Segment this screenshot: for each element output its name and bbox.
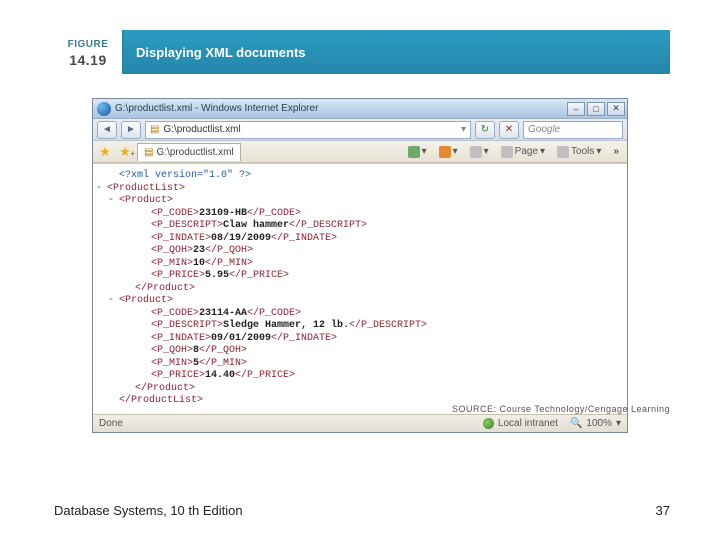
p-descript-1: <P_DESCRIPT>Claw hammer</P_DESCRIPT> (107, 220, 617, 233)
product-close-2: </Product> (107, 383, 617, 396)
search-placeholder: Google (528, 124, 560, 135)
browser-window: G:\productlist.xml - Windows Internet Ex… (92, 98, 628, 433)
footer-book-title: Database Systems, 10 th Edition (54, 503, 243, 518)
source-credit: SOURCE: Course Technology/Cengage Learni… (452, 404, 670, 414)
toolbar-right: ▾ ▾ ▾ Page ▾ Tools ▾ » (404, 143, 623, 161)
product-open-2: - <Product> (107, 295, 617, 308)
gear-icon (557, 146, 569, 158)
p-price-1: <P_PRICE>5.95</P_PRICE> (107, 270, 617, 283)
tools-label: Tools (571, 146, 594, 157)
status-done: Done (99, 418, 123, 429)
print-icon (470, 146, 482, 158)
p-code-2: <P_CODE>23114-AA</P_CODE> (107, 308, 617, 321)
zone-label: Local intranet (498, 418, 558, 429)
zoom-value: 100% (586, 418, 612, 429)
print-button[interactable]: ▾ (466, 143, 493, 161)
figure-number: 14.19 (62, 51, 114, 69)
p-min-1: <P_MIN>10</P_MIN> (107, 258, 617, 271)
feeds-icon (439, 146, 451, 158)
root-open: - <ProductList> (107, 183, 617, 196)
footer-page-number: 37 (656, 503, 670, 518)
navigation-bar: ◄ ► ▤ G:\productlist.xml ▾ ↻ ✕ Google (93, 119, 627, 141)
home-button[interactable]: ▾ (404, 143, 431, 161)
page-icon (501, 146, 513, 158)
p-descript-2: <P_DESCRIPT>Sledge Hammer, 12 lb.</P_DES… (107, 320, 617, 333)
maximize-button[interactable]: □ (587, 102, 605, 116)
zoom-icon: 🔍 (570, 418, 582, 429)
feeds-button[interactable]: ▾ (435, 143, 462, 161)
tools-menu[interactable]: Tools ▾ (553, 143, 605, 161)
address-bar[interactable]: ▤ G:\productlist.xml ▾ (145, 121, 471, 139)
p-indate-2: <P_INDATE>09/01/2009</P_INDATE> (107, 333, 617, 346)
home-icon (408, 146, 420, 158)
figure-title: Displaying XML documents (136, 45, 306, 60)
browser-tab[interactable]: ▤ G:\productlist.xml (137, 143, 241, 161)
chevron-down-icon[interactable]: ▾ (461, 124, 466, 135)
close-button[interactable]: ✕ (607, 102, 625, 116)
stop-button[interactable]: ✕ (499, 121, 519, 139)
p-min-2: <P_MIN>5</P_MIN> (107, 358, 617, 371)
page-menu[interactable]: Page ▾ (497, 143, 549, 161)
zoom-control[interactable]: 🔍 100% ▾ (570, 418, 621, 429)
tab-file-icon: ▤ (144, 147, 153, 158)
address-text: G:\productlist.xml (163, 124, 240, 135)
collapse-icon[interactable]: - (96, 183, 107, 196)
add-favorites-icon[interactable]: ★+ (117, 144, 133, 160)
figure-header: FIGURE 14.19 Displaying XML documents (54, 30, 670, 74)
toolbar: ★ ★+ ▤ G:\productlist.xml ▾ ▾ ▾ Page ▾ T… (93, 141, 627, 163)
figure-label-box: FIGURE 14.19 (54, 30, 124, 74)
back-button[interactable]: ◄ (97, 121, 117, 139)
status-right: Local intranet 🔍 100% ▾ (483, 418, 621, 429)
favorites-star-icon[interactable]: ★ (97, 144, 113, 160)
p-code-1: <P_CODE>23109-HB</P_CODE> (107, 208, 617, 221)
refresh-button[interactable]: ↻ (475, 121, 495, 139)
p-price-2: <P_PRICE>14.40</P_PRICE> (107, 370, 617, 383)
product-close-1: </Product> (107, 283, 617, 296)
status-bar: Done Local intranet 🔍 100% ▾ (93, 414, 627, 432)
product-open-1: - <Product> (107, 195, 617, 208)
figure-label: FIGURE (62, 38, 114, 51)
collapse-icon[interactable]: - (108, 295, 119, 308)
slide: FIGURE 14.19 Displaying XML documents G:… (0, 0, 720, 540)
xml-declaration: <?xml version="1.0" ?> (107, 170, 617, 183)
chevron-down-icon: ▾ (616, 418, 621, 429)
p-qoh-2: <P_QOH>8</P_QOH> (107, 345, 617, 358)
window-title: G:\productlist.xml - Windows Internet Ex… (115, 103, 567, 114)
forward-button[interactable]: ► (121, 121, 141, 139)
tab-label: G:\productlist.xml (156, 147, 233, 158)
ie-icon (97, 102, 111, 116)
p-qoh-1: <P_QOH>23</P_QOH> (107, 245, 617, 258)
xml-viewport: <?xml version="1.0" ?> - <ProductList> -… (93, 163, 627, 414)
zone-icon (483, 418, 494, 429)
chevron-more[interactable]: » (609, 143, 623, 160)
p-indate-1: <P_INDATE>08/19/2009</P_INDATE> (107, 233, 617, 246)
window-buttons: – □ ✕ (567, 102, 625, 116)
xml-file-icon: ▤ (150, 124, 159, 135)
search-box[interactable]: Google (523, 121, 623, 139)
window-titlebar: G:\productlist.xml - Windows Internet Ex… (93, 99, 627, 119)
page-label: Page (515, 146, 538, 157)
minimize-button[interactable]: – (567, 102, 585, 116)
collapse-icon[interactable]: - (108, 195, 119, 208)
security-zone[interactable]: Local intranet (483, 418, 558, 429)
